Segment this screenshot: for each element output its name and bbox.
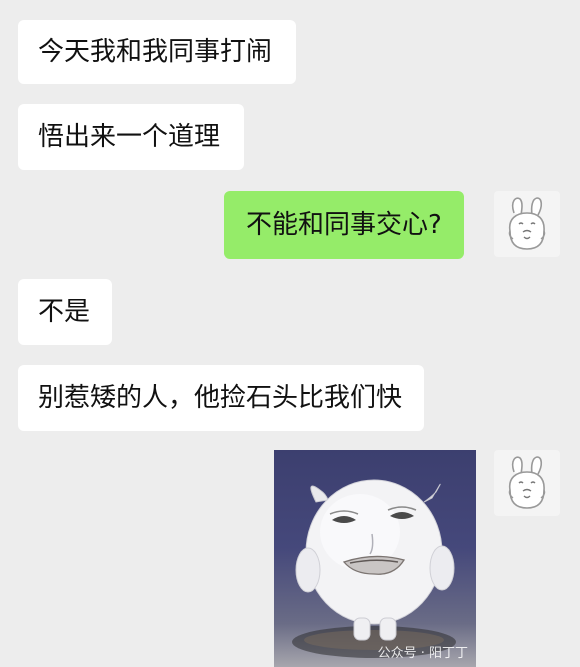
message-text: 不是 [38,297,91,327]
message-text: 不能和同事交心? [246,210,442,240]
message-text: 悟出来一个道理 [38,122,221,152]
white-bunny-avatar-icon [508,456,546,509]
message-text: 今天我和我同事打闹 [38,37,273,67]
message-bubble-received[interactable]: 悟出来一个道理 [18,104,245,170]
message-bubble-received[interactable]: 不是 [18,279,113,345]
sticker-watermark: 公众号 · 阳丁丁 [377,646,468,661]
round-white-creature-sticker-icon [292,479,456,658]
message-text: 别惹矮的人，他捡石头比我们快 [38,383,403,413]
avatar[interactable] [494,191,560,257]
sticker-message[interactable]: 公众号 · 阳丁丁 [274,450,476,667]
message-bubble-received[interactable]: 今天我和我同事打闹 [18,20,297,84]
message-bubble-sent[interactable]: 不能和同事交心? [224,191,464,259]
avatar[interactable] [494,450,560,516]
white-bunny-avatar-icon [508,197,546,250]
message-bubble-received[interactable]: 别惹矮的人，他捡石头比我们快 [18,365,425,431]
